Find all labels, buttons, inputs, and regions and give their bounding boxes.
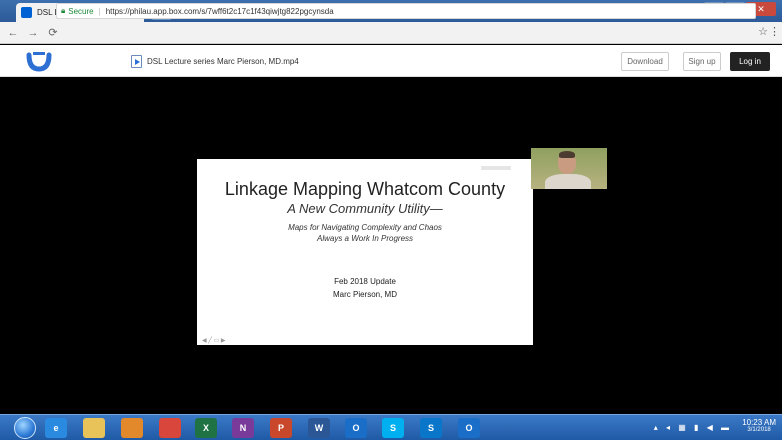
onenote-icon[interactable]: N (232, 418, 254, 438)
bookmark-star-icon[interactable]: ☆ (758, 25, 768, 38)
download-button[interactable]: Download (621, 52, 669, 71)
screen: DSL Lecture series Ma 🔊︎ × – □ ✕ ← → ⟳ 🔒… (0, 0, 782, 440)
back-icon[interactable]: ← (6, 26, 20, 40)
box-favicon-icon (21, 7, 32, 18)
file-name: DSL Lecture series Marc Pierson, MD.mp4 (147, 57, 299, 66)
slide-line-1: Maps for Navigating Complexity and Chaos (288, 223, 442, 232)
chrome-menu-icon[interactable]: ⋮ (769, 25, 780, 38)
slide-controls-icon: ◀ ╱ ▭ ▶ (202, 338, 226, 344)
powerpoint-icon[interactable]: P (270, 418, 292, 438)
outlook-icon-2[interactable]: O (458, 418, 480, 438)
video-player[interactable]: Linkage Mapping Whatcom County A New Com… (0, 78, 782, 414)
chrome-icon[interactable] (159, 418, 181, 438)
box-logo-icon[interactable] (26, 49, 52, 73)
clock[interactable]: 10:23 AM 3/1/2018 (742, 418, 776, 433)
windows-taskbar: eXNPWOSSO ▴ ◂ ▦ ▮ ◀ ▬ 10:23 AM 3/1/2018 (0, 414, 782, 440)
presenter-body (545, 174, 591, 189)
start-button[interactable] (14, 417, 36, 439)
secure-label: Secure (68, 6, 94, 16)
file-info: DSL Lecture series Marc Pierson, MD.mp4 (131, 55, 299, 68)
lock-icon: 🔒︎ (61, 6, 66, 15)
clock-date: 3/1/2018 (747, 427, 771, 433)
word-icon[interactable]: W (308, 418, 330, 438)
video-file-icon (131, 55, 142, 68)
presenter-hair (559, 151, 575, 158)
slide-logo (481, 166, 511, 170)
slide-title: Linkage Mapping Whatcom County (224, 179, 506, 199)
presentation-slide: Linkage Mapping Whatcom County A New Com… (197, 159, 533, 345)
webcam-overlay (531, 148, 607, 189)
clock-time: 10:23 AM (742, 418, 776, 427)
box-header: DSL Lecture series Marc Pierson, MD.mp4 … (0, 45, 782, 77)
excel-icon[interactable]: X (195, 418, 217, 438)
system-tray[interactable]: ▴ ◂ ▦ ▮ ◀ ▬ (654, 423, 732, 432)
url-text: https://philau.app.box.com/s/7wff6t2c17c… (105, 6, 334, 16)
slide-subtitle: A New Community Utility— (287, 201, 443, 216)
ie-icon[interactable]: e (45, 418, 67, 438)
skype-icon[interactable]: S (382, 418, 404, 438)
signup-button[interactable]: Sign up (683, 52, 721, 71)
login-button[interactable]: Log in (730, 52, 770, 71)
skype-business-icon[interactable]: S (420, 418, 442, 438)
browser-navbar: ← → ⟳ (0, 22, 782, 44)
outlook-icon[interactable]: O (345, 418, 367, 438)
slide-author: Marc Pierson, MD (332, 290, 397, 299)
forward-icon[interactable]: → (26, 26, 40, 40)
address-bar[interactable]: 🔒︎ Secure | https://philau.app.box.com/s… (56, 3, 756, 19)
slide-line-2: Always a Work In Progress (316, 234, 414, 243)
media-icon[interactable] (121, 418, 143, 438)
reload-icon[interactable]: ⟳ (46, 26, 60, 40)
address-separator: | (98, 6, 101, 16)
explorer-icon[interactable] (83, 418, 105, 438)
slide-update: Feb 2018 Update (334, 277, 396, 286)
